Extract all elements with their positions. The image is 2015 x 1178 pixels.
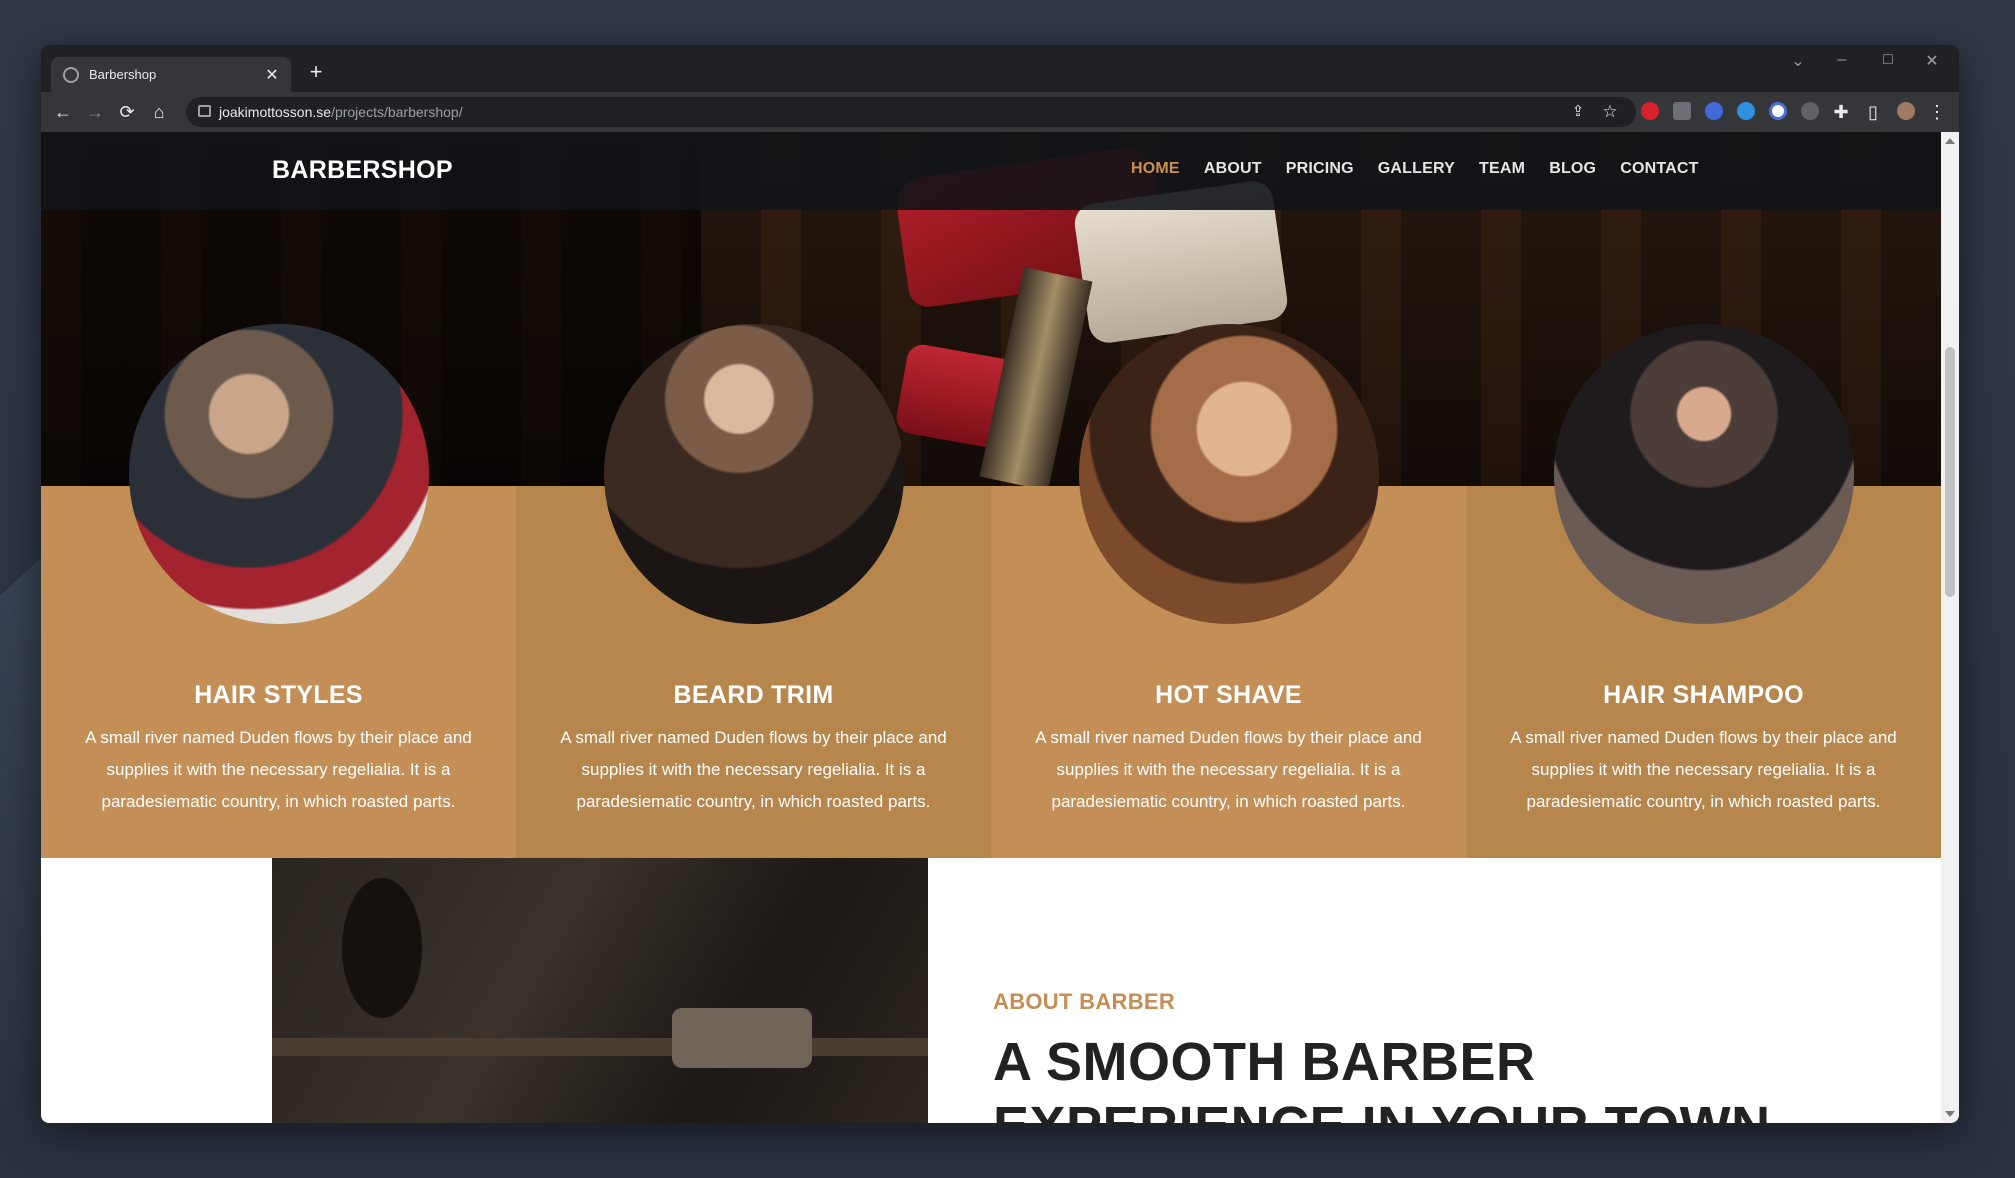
hair-styles-photo xyxy=(129,324,429,624)
site-logo[interactable]: BARBERSHOP xyxy=(272,156,453,185)
service-description: A small river named Duden flows by their… xyxy=(1510,728,1897,811)
tab-barbershop[interactable]: Barbershop ✕ xyxy=(51,57,291,92)
extension-icon-firefox[interactable] xyxy=(1705,102,1723,120)
service-title: HAIR SHAMPOO xyxy=(1603,681,1804,709)
hair-shampoo-photo xyxy=(1554,324,1854,624)
nav-team[interactable]: TEAM xyxy=(1479,160,1525,178)
home-button[interactable]: ⌂ xyxy=(147,100,171,124)
new-tab-button[interactable]: + xyxy=(303,59,329,85)
maximize-button[interactable]: □ xyxy=(1873,51,1903,69)
about-kicker: ABOUT BARBER xyxy=(993,989,1176,1014)
main-nav: HOME ABOUT PRICING GALLERY TEAM BLOG CON… xyxy=(1131,160,1699,178)
forward-button[interactable]: → xyxy=(83,100,107,124)
share-icon[interactable]: ⇪ xyxy=(1566,100,1590,124)
extension-icon-mail[interactable] xyxy=(1673,102,1691,120)
reload-button[interactable]: ⟳ xyxy=(115,100,139,124)
about-heading: A SMOOTH BARBER EXPERIENCE IN YOUR TOWN xyxy=(993,1032,1770,1123)
service-title: HAIR STYLES xyxy=(194,681,363,709)
nav-gallery[interactable]: GALLERY xyxy=(1378,160,1455,178)
browser-window: Barbershop ✕ + ⌄ – □ ✕ ← → ⟳ ⌂ joakimott… xyxy=(41,45,1959,1123)
scroll-down-arrow-icon[interactable] xyxy=(1945,1111,1955,1117)
nav-about[interactable]: ABOUT xyxy=(1204,160,1262,178)
service-description: A small river named Duden flows by their… xyxy=(1035,728,1422,811)
extension-icon-red[interactable] xyxy=(1641,102,1659,120)
bookmark-star-icon[interactable]: ☆ xyxy=(1598,100,1622,124)
scroll-up-arrow-icon[interactable] xyxy=(1945,138,1955,144)
beard-trim-photo xyxy=(604,324,904,624)
close-tab-icon[interactable]: ✕ xyxy=(263,65,281,85)
site-header: BARBERSHOP HOME ABOUT PRICING GALLERY TE… xyxy=(41,132,1941,210)
side-panel-icon[interactable]: ▯ xyxy=(1861,100,1885,124)
tab-search-icon[interactable]: ⌄ xyxy=(1783,51,1813,71)
globe-icon xyxy=(63,66,79,83)
address-bar[interactable]: joakimottosson.se/projects/barbershop/ ⇪… xyxy=(186,97,1636,127)
browser-menu-icon[interactable]: ⋮ xyxy=(1925,100,1949,124)
extension-icon-recycle[interactable] xyxy=(1801,102,1819,120)
service-description: A small river named Duden flows by their… xyxy=(85,728,472,811)
lock-icon[interactable] xyxy=(198,105,211,117)
url-host: joakimottosson.se xyxy=(219,104,332,120)
extension-icon-password[interactable] xyxy=(1769,102,1787,120)
hot-shave-photo xyxy=(1079,324,1379,624)
nav-pricing[interactable]: PRICING xyxy=(1286,160,1354,178)
back-button[interactable]: ← xyxy=(51,100,75,124)
nav-home[interactable]: HOME xyxy=(1131,160,1180,178)
tab-bar: Barbershop ✕ + ⌄ – □ ✕ xyxy=(41,45,1959,92)
url-path: /projects/barbershop/ xyxy=(331,104,463,120)
url-text[interactable]: joakimottosson.se/projects/barbershop/ xyxy=(219,104,463,120)
service-description: A small river named Duden flows by their… xyxy=(560,728,947,811)
browser-toolbar: ← → ⟳ ⌂ joakimottosson.se/projects/barbe… xyxy=(41,92,1959,132)
page-scrollbar[interactable] xyxy=(1941,132,1959,1123)
service-title: BEARD TRIM xyxy=(673,681,834,709)
page-viewport: BARBERSHOP HOME ABOUT PRICING GALLERY TE… xyxy=(41,132,1941,1123)
profile-avatar[interactable] xyxy=(1897,102,1915,120)
nav-blog[interactable]: BLOG xyxy=(1549,160,1596,178)
close-window-button[interactable]: ✕ xyxy=(1917,51,1947,71)
minimize-button[interactable]: – xyxy=(1827,51,1857,69)
tab-title: Barbershop xyxy=(89,67,157,82)
scroll-thumb[interactable] xyxy=(1945,347,1955,597)
service-title: HOT SHAVE xyxy=(1155,681,1302,709)
extension-icon-gear[interactable] xyxy=(1737,102,1755,120)
extensions-puzzle-icon[interactable]: ✚ xyxy=(1829,100,1853,124)
about-barbershop-photo xyxy=(272,858,928,1123)
nav-contact[interactable]: CONTACT xyxy=(1620,160,1698,178)
